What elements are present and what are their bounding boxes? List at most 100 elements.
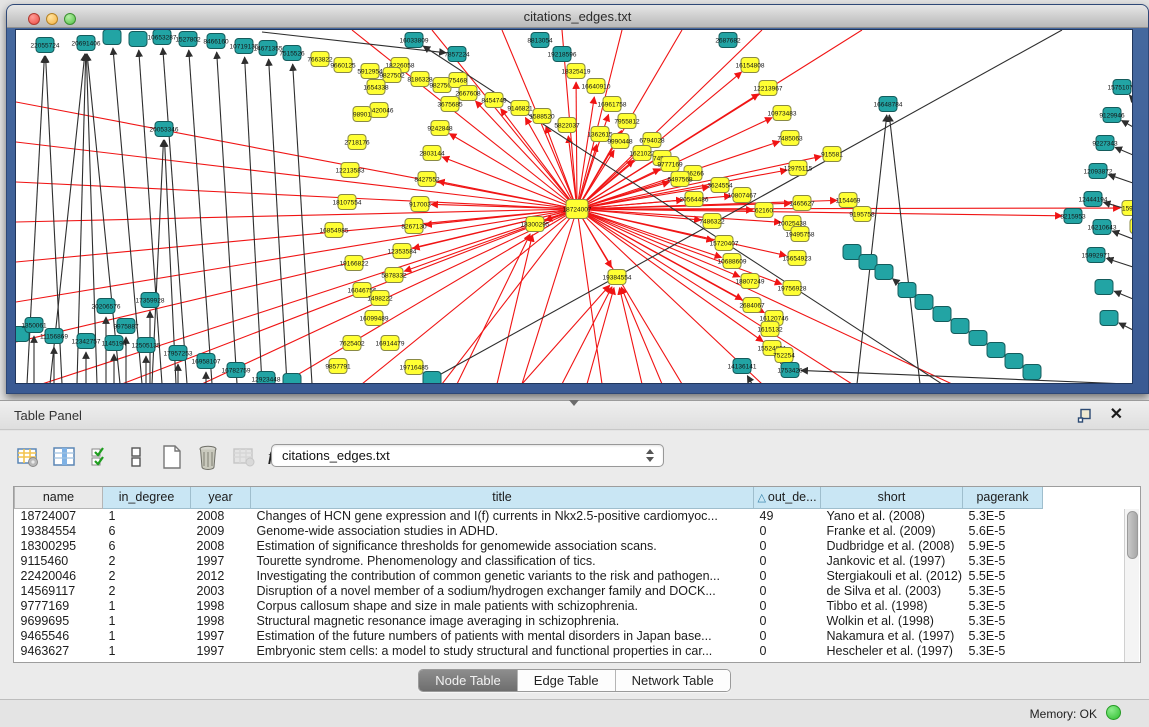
table-cell[interactable]: 2009 bbox=[191, 523, 251, 538]
graph-node-yellow[interactable] bbox=[1130, 219, 1133, 234]
table-cell[interactable]: 5.3E-5 bbox=[963, 643, 1043, 658]
edge-red[interactable] bbox=[522, 209, 577, 384]
edge-red[interactable] bbox=[577, 209, 722, 258]
edge-red[interactable] bbox=[577, 97, 594, 209]
edge-red[interactable] bbox=[620, 288, 642, 384]
table-cell[interactable]: Franke et al. (2009) bbox=[821, 523, 963, 538]
table-cell[interactable]: 0 bbox=[754, 628, 821, 643]
graph-node-teal[interactable] bbox=[1095, 280, 1113, 295]
table-cell[interactable]: Structural magnetic resonance image aver… bbox=[251, 613, 754, 628]
table-cell[interactable]: 0 bbox=[754, 613, 821, 628]
table-cell[interactable]: 9699695 bbox=[15, 613, 103, 628]
table-cell[interactable]: Stergiakouli et al. (2012) bbox=[821, 568, 963, 583]
edge-black[interactable] bbox=[163, 48, 187, 384]
edge-red[interactable] bbox=[621, 287, 662, 384]
table-cell[interactable]: 6 bbox=[103, 538, 191, 553]
graph-node-teal[interactable] bbox=[969, 331, 987, 346]
table-cell[interactable]: 1998 bbox=[191, 613, 251, 628]
edge-red[interactable] bbox=[577, 209, 1062, 216]
table-cell[interactable]: 0 bbox=[754, 538, 821, 553]
table-cell[interactable]: 0 bbox=[754, 523, 821, 538]
float-panel-icon[interactable] bbox=[1077, 408, 1093, 424]
table-cell[interactable]: 5.3E-5 bbox=[963, 598, 1043, 613]
table-cell[interactable]: 1997 bbox=[191, 628, 251, 643]
table-vertical-scrollbar[interactable] bbox=[1124, 509, 1139, 663]
table-cell[interactable]: 5.3E-5 bbox=[963, 508, 1043, 523]
edge-black[interactable] bbox=[217, 52, 237, 384]
edge-black[interactable] bbox=[1106, 258, 1133, 267]
edge-red[interactable] bbox=[16, 142, 577, 209]
table-cell[interactable]: 9465546 bbox=[15, 628, 103, 643]
table-cell[interactable]: 5.5E-5 bbox=[963, 568, 1043, 583]
network-canvas[interactable]: 1872400776638229660125591295418226058982… bbox=[15, 29, 1133, 384]
table-cell[interactable]: 2003 bbox=[191, 583, 251, 598]
memory-ok-indicator-icon[interactable] bbox=[1106, 705, 1121, 720]
table-cell[interactable]: 1998 bbox=[191, 598, 251, 613]
edge-black[interactable] bbox=[747, 376, 752, 384]
table-row[interactable]: 946554611997Estimation of the future num… bbox=[15, 628, 1127, 643]
table-cell[interactable]: 0 bbox=[754, 583, 821, 598]
table-cell[interactable]: Dudbridge et al. (2008) bbox=[821, 538, 963, 553]
table-row[interactable]: 1938455462009Genome-wide association stu… bbox=[15, 523, 1127, 538]
table-cell[interactable]: Yano et al. (2008) bbox=[821, 508, 963, 523]
table-cell[interactable]: Tourette syndrome. Phenomenology and cla… bbox=[251, 553, 754, 568]
table-cell[interactable]: 5.3E-5 bbox=[963, 583, 1043, 598]
table-cell[interactable]: 0 bbox=[754, 598, 821, 613]
node-table-grid[interactable]: namein_degreeyeartitle△out_de...shortpag… bbox=[14, 487, 1127, 658]
edge-black[interactable] bbox=[1115, 147, 1133, 155]
table-selector-dropdown[interactable]: citations_edges.txt bbox=[271, 444, 664, 467]
table-row[interactable]: 946362711997Embryonic stem cells: a mode… bbox=[15, 643, 1127, 658]
table-cell[interactable]: 1 bbox=[103, 628, 191, 643]
tab-network-table[interactable]: Network Table bbox=[616, 670, 730, 691]
edge-black[interactable] bbox=[1112, 231, 1133, 239]
table-cell[interactable]: Estimation of the future numbers of pati… bbox=[251, 628, 754, 643]
window-titlebar[interactable]: citations_edges.txt bbox=[7, 5, 1148, 28]
edge-red[interactable] bbox=[16, 209, 577, 342]
graph-node-teal[interactable] bbox=[103, 30, 121, 45]
table-cell[interactable]: 9463627 bbox=[15, 643, 103, 658]
edge-black[interactable] bbox=[1129, 95, 1133, 99]
table-cell[interactable]: 2 bbox=[103, 553, 191, 568]
table-cell[interactable]: 0 bbox=[754, 643, 821, 658]
edge-red[interactable] bbox=[449, 134, 577, 209]
edge-black[interactable] bbox=[1122, 120, 1133, 127]
graph-node-teal[interactable] bbox=[1005, 354, 1023, 369]
edge-red[interactable] bbox=[42, 209, 577, 384]
edge-black[interactable] bbox=[293, 64, 312, 384]
table-cell[interactable]: 2008 bbox=[191, 508, 251, 523]
table-cell[interactable]: 18300295 bbox=[15, 538, 103, 553]
table-cell[interactable]: 1997 bbox=[191, 553, 251, 568]
row-height-icon[interactable] bbox=[122, 444, 149, 470]
table-cell[interactable]: 18724007 bbox=[15, 508, 103, 523]
edge-red[interactable] bbox=[16, 209, 577, 262]
table-row[interactable]: 969969511998Structural magnetic resonanc… bbox=[15, 613, 1127, 628]
table-row[interactable]: 911546021997Tourette syndrome. Phenomeno… bbox=[15, 553, 1127, 568]
table-row[interactable]: 1872400712008Changes of HCN gene express… bbox=[15, 508, 1127, 523]
edge-red[interactable] bbox=[457, 234, 530, 384]
column-header-pagerank[interactable]: pagerank bbox=[963, 487, 1043, 508]
edge-black[interactable] bbox=[1119, 323, 1133, 330]
tab-node-table[interactable]: Node Table bbox=[419, 670, 518, 691]
graph-node-teal[interactable] bbox=[875, 265, 893, 280]
delete-table-icon[interactable] bbox=[230, 444, 257, 470]
table-cell[interactable]: Corpus callosum shape and size in male p… bbox=[251, 598, 754, 613]
edge-red[interactable] bbox=[122, 209, 577, 384]
table-cell[interactable]: 5.3E-5 bbox=[963, 628, 1043, 643]
graph-node-teal[interactable] bbox=[951, 319, 969, 334]
table-cell[interactable]: Jankovic et al. (1997) bbox=[821, 553, 963, 568]
column-header-name[interactable]: name bbox=[15, 487, 103, 508]
table-cell[interactable]: Nakamura et al. (1997) bbox=[821, 628, 963, 643]
table-cell[interactable]: 0 bbox=[754, 568, 821, 583]
edge-red[interactable] bbox=[577, 209, 952, 384]
table-cell[interactable]: 22420046 bbox=[15, 568, 103, 583]
edge-black[interactable] bbox=[1114, 291, 1133, 299]
tab-edge-table[interactable]: Edge Table bbox=[518, 670, 616, 691]
citation-network-graph[interactable]: 1872400776638229660125591295418226058982… bbox=[16, 30, 1133, 384]
table-cell[interactable]: 5.3E-5 bbox=[963, 553, 1043, 568]
table-row[interactable]: 977716911998Corpus callosum shape and si… bbox=[15, 598, 1127, 613]
edge-red[interactable] bbox=[577, 208, 1120, 209]
table-cell[interactable]: Disruption of a novel member of a sodium… bbox=[251, 583, 754, 598]
table-row[interactable]: 1830029562008Estimation of significance … bbox=[15, 538, 1127, 553]
table-settings-icon[interactable] bbox=[14, 444, 41, 470]
column-select-icon[interactable] bbox=[50, 444, 77, 470]
